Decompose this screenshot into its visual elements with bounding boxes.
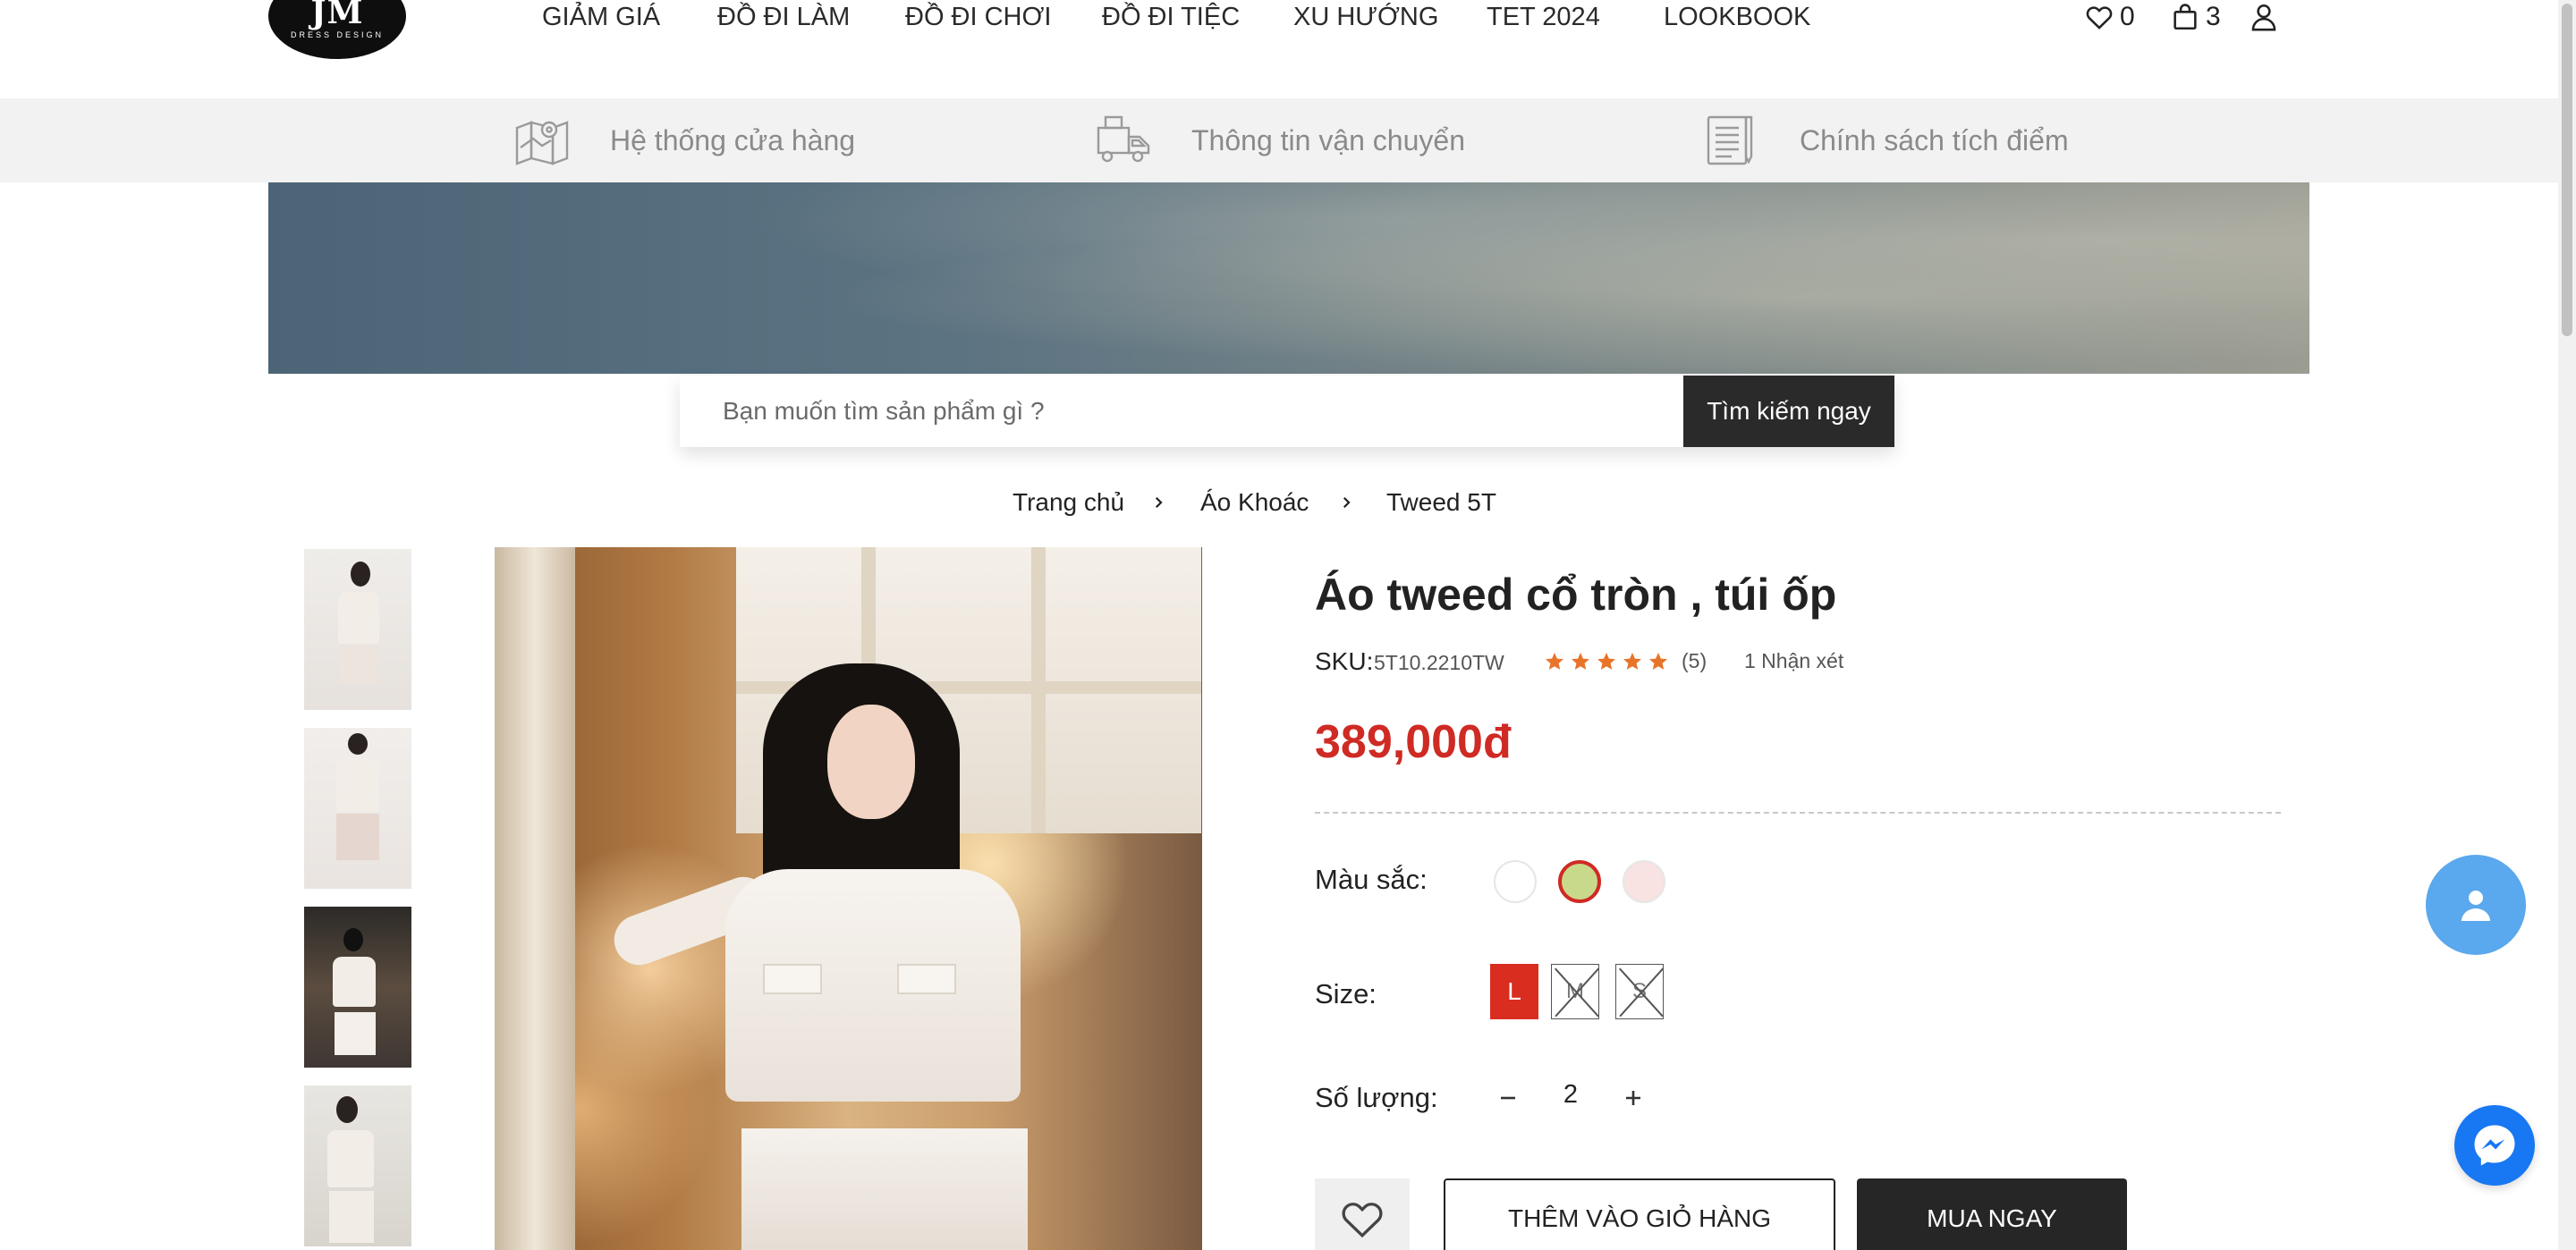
points-policy-label: Chính sách tích điểm	[1800, 123, 2069, 156]
quantity-decrease-button[interactable]	[1490, 1077, 1526, 1119]
scrollbar-thumb[interactable]	[2562, 4, 2572, 336]
quantity-value[interactable]: 2	[1553, 1080, 1589, 1110]
search-button[interactable]: Tìm kiếm ngay	[1683, 376, 1894, 447]
heart-icon	[2086, 6, 2113, 30]
messenger-chat-button[interactable]	[2454, 1105, 2535, 1186]
minus-icon	[1501, 1096, 1515, 1100]
star-icon	[1597, 653, 1615, 670]
quantity-label: Số lượng:	[1315, 1082, 1438, 1113]
product-title: Áo tweed cổ tròn , túi ốp	[1315, 570, 1837, 620]
color-swatch-green-selected[interactable]	[1558, 860, 1601, 903]
nav-item-workwear[interactable]: ĐỒ ĐI LÀM	[717, 0, 850, 34]
reviews-link[interactable]: 1 Nhận xét	[1744, 649, 1843, 673]
brand-logo[interactable]: JM DRESS DESIGN	[268, 0, 406, 59]
color-label: Màu sắc:	[1315, 864, 1428, 895]
color-swatch-white[interactable]	[1494, 860, 1537, 903]
contact-float-button[interactable]	[2426, 855, 2526, 955]
rating-stars	[1544, 651, 1669, 672]
star-icon	[1649, 653, 1667, 670]
map-icon	[515, 121, 569, 165]
product-price: 389,000đ	[1315, 716, 1512, 768]
store-system-label: Hệ thống cửa hàng	[610, 123, 856, 156]
size-option-s-unavailable[interactable]: S	[1615, 964, 1664, 1019]
search-input[interactable]	[680, 376, 1683, 447]
product-thumbnail[interactable]	[304, 549, 411, 710]
product-thumbnail[interactable]	[304, 1085, 411, 1246]
nav-item-sale[interactable]: GIẢM GIÁ	[542, 0, 660, 34]
points-policy-link[interactable]: Chính sách tích điểm	[1703, 98, 2069, 182]
size-option-l[interactable]: L	[1490, 964, 1538, 1019]
account-link[interactable]	[2249, 0, 2279, 34]
nav-item-trends[interactable]: XU HƯỚNG	[1293, 0, 1438, 34]
star-icon	[1623, 653, 1641, 670]
cart-link[interactable]: 3	[2170, 0, 2221, 34]
quantity-increase-button[interactable]	[1615, 1077, 1651, 1119]
rating-count: (5)	[1682, 649, 1707, 672]
sku-label: SKU:	[1315, 647, 1374, 675]
nav-item-tet[interactable]: TET 2024	[1487, 0, 1600, 34]
product-main-image[interactable]	[495, 547, 1202, 1250]
add-to-cart-button[interactable]: THÊM VÀO GIỎ HÀNG	[1444, 1178, 1835, 1250]
hero-banner-image	[268, 182, 2309, 374]
user-icon	[2251, 4, 2276, 31]
sku-value: 5T10.2210TW	[1374, 651, 1504, 674]
logo-mark: JM	[310, 0, 364, 31]
chevron-right-icon	[1338, 486, 1358, 519]
heart-icon	[1342, 1203, 1383, 1238]
breadcrumb-category[interactable]: Áo Khoác	[1200, 486, 1309, 519]
breadcrumb-home[interactable]: Trang chủ	[1013, 486, 1124, 519]
star-icon	[1546, 653, 1563, 670]
wishlist-link[interactable]: 0	[2084, 0, 2135, 34]
document-pen-icon	[1707, 115, 1753, 165]
search-bar: Tìm kiếm ngay	[680, 376, 1894, 447]
star-icon	[1572, 653, 1589, 670]
add-to-wishlist-button[interactable]	[1315, 1178, 1410, 1250]
shipping-info-label: Thông tin vận chuyển	[1191, 123, 1465, 156]
info-bar: Hệ thống cửa hàng Thông tin vận chuyển C…	[0, 98, 2558, 182]
wishlist-count: 0	[2120, 2, 2135, 31]
size-label: Size:	[1315, 978, 1377, 1009]
size-option-m-unavailable[interactable]: M	[1551, 964, 1599, 1019]
cart-count: 3	[2206, 2, 2221, 31]
product-thumbnail[interactable]	[304, 728, 411, 889]
product-thumbnail[interactable]	[304, 907, 411, 1068]
color-swatch-pink[interactable]	[1623, 860, 1665, 903]
nav-item-party[interactable]: ĐỒ ĐI TIỆC	[1102, 0, 1240, 34]
store-system-link[interactable]: Hệ thống cửa hàng	[513, 98, 855, 182]
buy-now-button[interactable]: MUA NGAY	[1857, 1178, 2127, 1250]
truck-icon	[1097, 115, 1150, 163]
shopping-bag-icon	[2174, 4, 2197, 30]
breadcrumb-current: Tweed 5T	[1386, 488, 1496, 516]
shipping-info-link[interactable]: Thông tin vận chuyển	[1095, 98, 1465, 182]
chevron-right-icon	[1150, 486, 1170, 519]
plus-icon	[1626, 1091, 1640, 1105]
logo-subtitle: DRESS DESIGN	[290, 30, 384, 39]
messenger-icon	[2474, 1125, 2515, 1166]
user-icon	[2462, 891, 2490, 921]
nav-item-casual[interactable]: ĐỒ ĐI CHƠI	[905, 0, 1051, 34]
nav-item-lookbook[interactable]: LOOKBOOK	[1664, 0, 1810, 34]
page-scrollbar[interactable]	[2558, 0, 2576, 1250]
site-header: JM DRESS DESIGN GIẢM GIÁ ĐỒ ĐI LÀM ĐỒ ĐI…	[0, 0, 2576, 98]
divider	[1315, 812, 2281, 814]
